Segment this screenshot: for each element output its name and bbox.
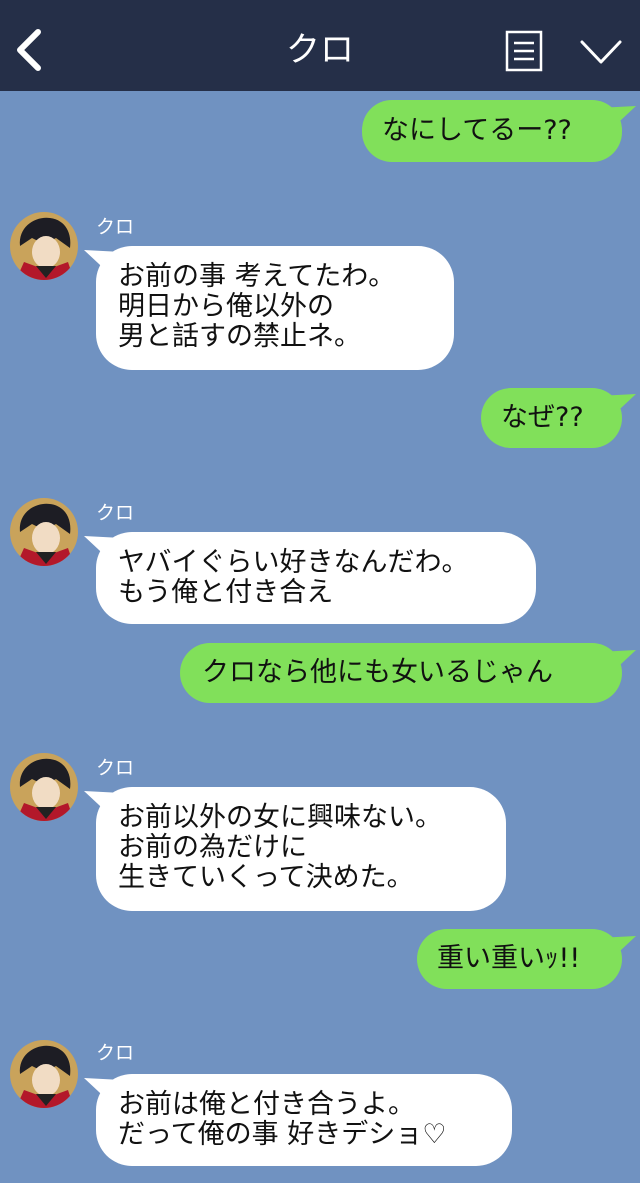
avatar[interactable] [10,498,78,566]
avatar-image [10,498,78,566]
message-text: クロなら他にも女いるじゃん [202,657,553,688]
message-text: 重い重いｯ!! [437,943,581,974]
sent-message[interactable]: なぜ?? [481,388,622,448]
message-text: お前は俺と付き合うよ。 だって俺の事 好きデショ♡ [118,1089,447,1150]
message-text: なにしてるー?? [382,115,572,146]
avatar-image [10,212,78,280]
received-message[interactable]: お前は俺と付き合うよ。 だって俺の事 好きデショ♡ [96,1074,512,1166]
sender-name: クロ [96,1042,135,1064]
received-message[interactable]: お前以外の女に興味ない。 お前の為だけに 生きていくって決めた。 [96,787,506,911]
received-message[interactable]: ヤバイぐらい好きなんだわ。 もう俺と付き合え [96,532,536,624]
sender-name: クロ [96,757,135,779]
avatar[interactable] [10,212,78,280]
message-text: なぜ?? [501,402,584,433]
avatar[interactable] [10,753,78,821]
avatar-image [10,1040,78,1108]
avatar-image [10,753,78,821]
chat-header: クロ [0,0,640,91]
message-text: お前以外の女に興味ない。 お前の為だけに 生きていくって決めた。 [118,802,442,893]
sent-message[interactable]: クロなら他にも女いるじゃん [180,643,622,703]
collapse-button[interactable] [578,34,624,70]
chevron-down-icon [580,40,622,64]
chat-title: クロ [286,30,354,70]
menu-button[interactable] [505,30,543,72]
sender-name: クロ [96,502,135,524]
sent-message[interactable]: 重い重いｯ!! [417,929,622,989]
message-text: お前の事 考えてたわ。 明日から俺以外の 男と話すの禁止ネ。 [118,261,396,352]
menu-list-icon [505,30,543,72]
avatar[interactable] [10,1040,78,1108]
sent-message[interactable]: なにしてるー?? [362,100,622,162]
message-text: ヤバイぐらい好きなんだわ。 もう俺と付き合え [118,547,469,608]
received-message[interactable]: お前の事 考えてたわ。 明日から俺以外の 男と話すの禁止ネ。 [96,246,454,370]
sender-name: クロ [96,216,135,238]
